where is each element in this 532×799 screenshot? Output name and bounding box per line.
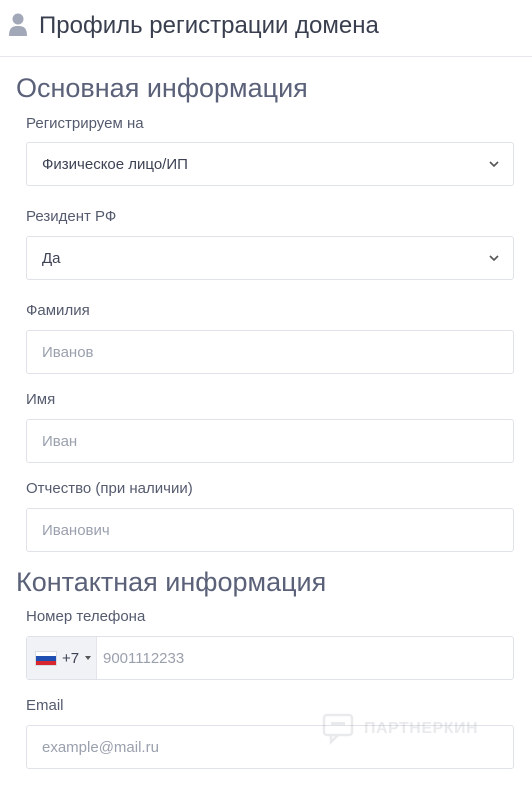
page-title: Профиль регистрации домена xyxy=(39,12,379,39)
phone-label: Номер телефона xyxy=(26,608,146,625)
register-as-label: Регистрируем на xyxy=(26,115,144,132)
resident-value: Да xyxy=(42,250,61,267)
middle-name-input[interactable]: Иванович xyxy=(26,508,514,552)
email-label: Email xyxy=(26,697,64,714)
middle-name-label: Отчество (при наличии) xyxy=(26,480,193,497)
first-name-input[interactable]: Иван xyxy=(26,419,514,463)
russia-flag-icon xyxy=(35,651,57,666)
phone-placeholder: 9001112233 xyxy=(103,650,185,667)
register-as-select[interactable]: Физическое лицо/ИП xyxy=(26,142,514,186)
section-title-contact: Контактная информация xyxy=(16,567,327,597)
last-name-label: Фамилия xyxy=(26,302,90,319)
email-placeholder: example@mail.ru xyxy=(42,739,159,756)
country-code: +7 xyxy=(62,650,80,667)
watermark-text: ПАРТНЕРКИН xyxy=(364,720,479,737)
country-code-dropdown[interactable]: +7 xyxy=(27,637,97,679)
chevron-down-icon xyxy=(489,255,499,262)
first-name-label: Имя xyxy=(26,391,56,408)
first-name-placeholder: Иван xyxy=(42,433,78,450)
middle-name-placeholder: Иванович xyxy=(42,522,110,539)
user-icon xyxy=(9,13,27,36)
register-as-value: Физическое лицо/ИП xyxy=(42,156,188,173)
section-title-basic: Основная информация xyxy=(16,73,308,103)
page-header: Профиль регистрации домена xyxy=(0,0,532,57)
phone-field[interactable]: +7 9001112233 xyxy=(26,636,514,680)
resident-select[interactable]: Да xyxy=(26,236,514,280)
chat-bubble-icon xyxy=(322,713,354,746)
chevron-down-icon xyxy=(489,161,499,168)
resident-label: Резидент РФ xyxy=(26,208,117,225)
last-name-input[interactable]: Иванов xyxy=(26,330,514,374)
last-name-placeholder: Иванов xyxy=(42,344,94,361)
caret-down-icon xyxy=(85,656,91,660)
